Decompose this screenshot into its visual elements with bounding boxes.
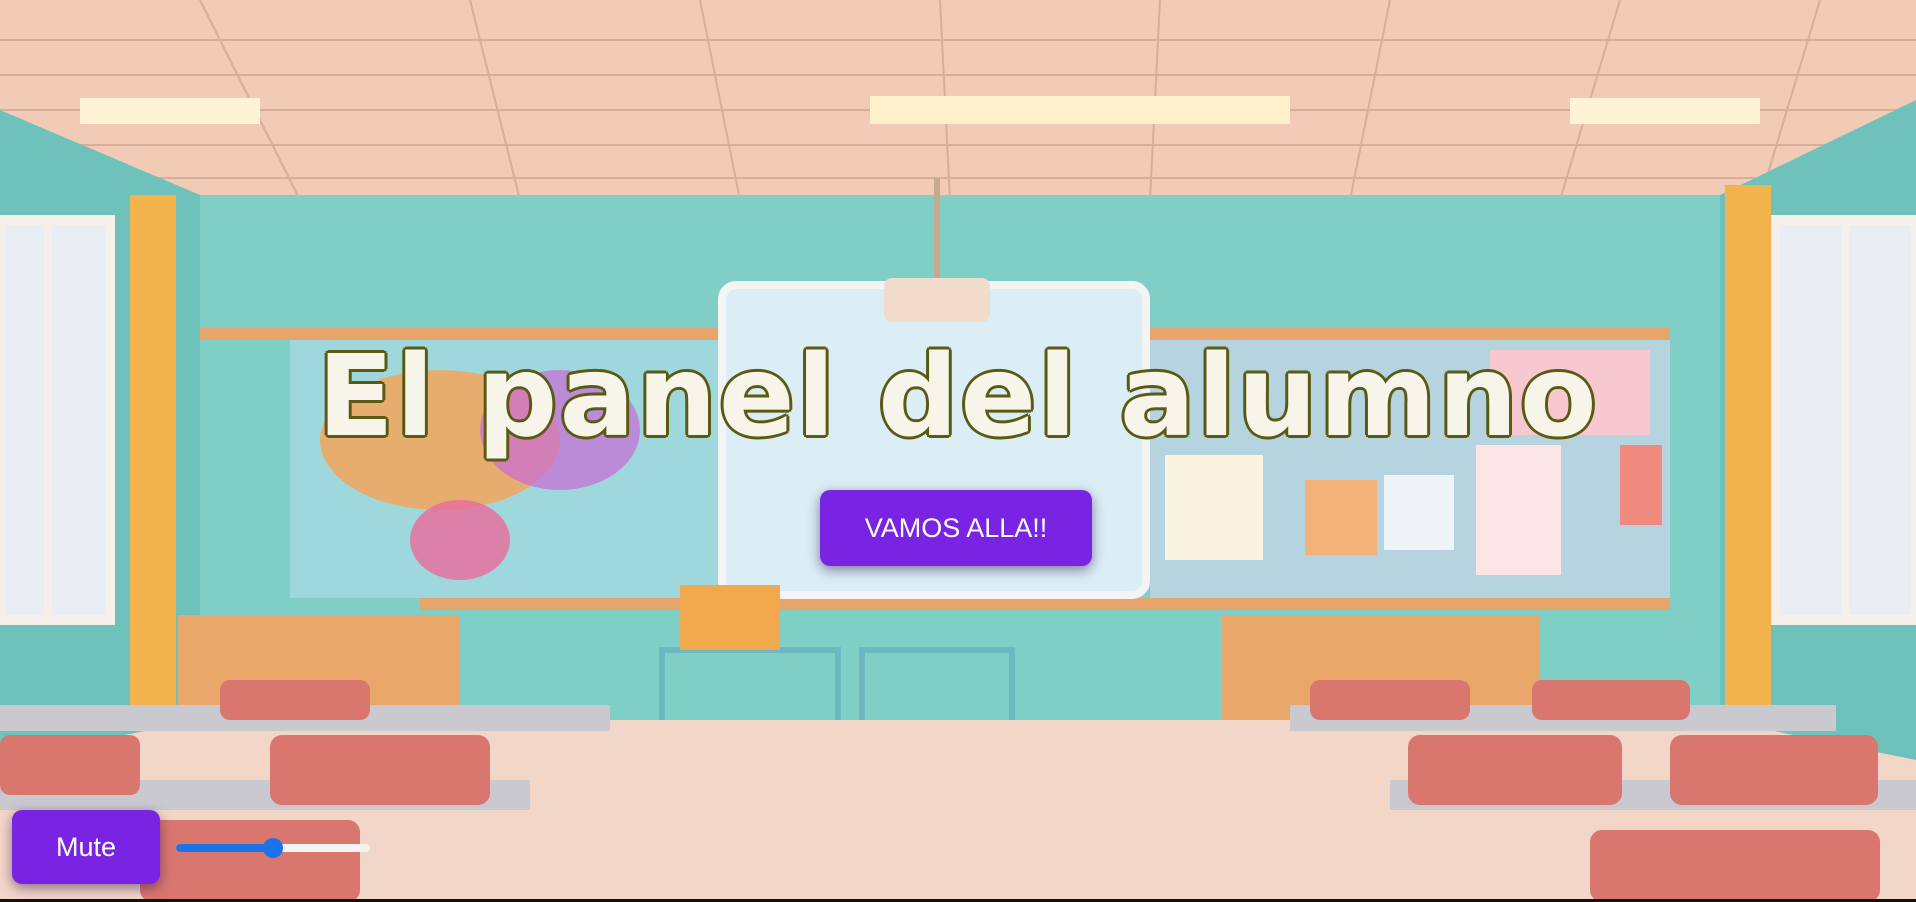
volume-fill <box>176 844 273 852</box>
page-title: El panel del alumno <box>317 332 1599 462</box>
volume-slider[interactable] <box>176 838 370 858</box>
start-button[interactable]: VAMOS ALLA!! <box>820 490 1092 566</box>
volume-thumb[interactable] <box>263 838 283 858</box>
mute-button[interactable]: Mute <box>12 810 160 884</box>
